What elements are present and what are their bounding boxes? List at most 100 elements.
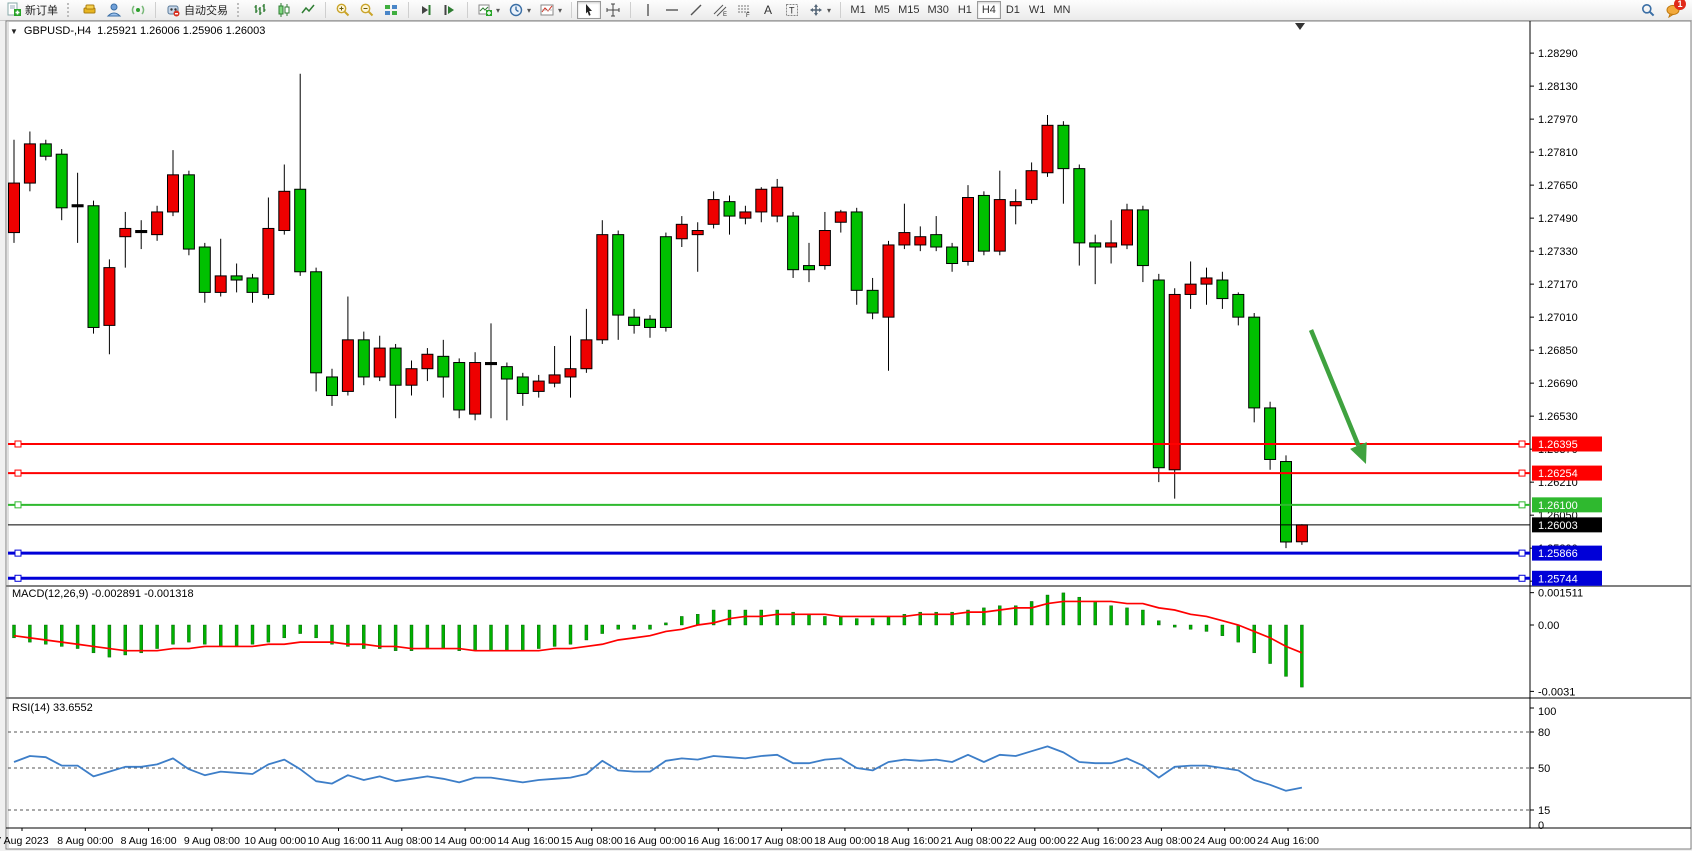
line-drag-handle[interactable] xyxy=(15,550,21,556)
timeframe-h4-button[interactable]: H4 xyxy=(977,1,1001,19)
candle xyxy=(533,381,544,391)
candle xyxy=(486,363,497,365)
vertical-line-tool-button[interactable] xyxy=(636,1,660,19)
candle xyxy=(1106,243,1117,247)
candle xyxy=(629,317,640,325)
candles-chart-button[interactable] xyxy=(272,1,296,19)
price-tick-label: 1.26690 xyxy=(1538,378,1578,390)
timeframe-m1-button[interactable]: M1 xyxy=(846,1,870,19)
candle xyxy=(422,354,433,368)
macd-label: MACD(12,26,9) -0.002891 -0.001318 xyxy=(12,588,194,600)
line-chart-button[interactable] xyxy=(296,1,320,19)
market-watch-button[interactable] xyxy=(78,1,102,19)
search-button[interactable] xyxy=(1636,1,1660,19)
candle xyxy=(311,272,322,373)
cursor-tool-button[interactable] xyxy=(577,1,601,19)
candle xyxy=(1249,317,1260,408)
channel-tool-button[interactable]: E xyxy=(708,1,732,19)
horizontal-line-tool-button[interactable] xyxy=(660,1,684,19)
chart-shift-button[interactable] xyxy=(438,1,462,19)
macd-tick-label: 0.00 xyxy=(1538,620,1559,632)
macd-bar xyxy=(108,625,111,657)
line-drag-handle[interactable] xyxy=(1519,550,1525,556)
shapes-icon xyxy=(808,2,824,18)
autotrading-button[interactable]: 自动交易 xyxy=(161,1,232,19)
timeframe-m15-button[interactable]: M15 xyxy=(894,1,923,19)
svg-text:T: T xyxy=(789,6,795,16)
profiles-button[interactable] xyxy=(102,1,126,19)
macd-bar xyxy=(998,606,1001,625)
autotrading-icon xyxy=(165,2,181,18)
fibonacci-tool-button[interactable]: F xyxy=(732,1,756,19)
timeframe-mn-button[interactable]: MN xyxy=(1049,1,1074,19)
candle xyxy=(963,198,974,262)
shapes-tool-button[interactable]: ▾ xyxy=(804,1,835,19)
macd-bar xyxy=(505,625,508,651)
tile-windows-button[interactable] xyxy=(379,1,403,19)
macd-bar xyxy=(569,625,572,644)
text-tool-button[interactable]: A xyxy=(756,1,780,19)
rsi-tick-label: 50 xyxy=(1538,763,1550,775)
line-drag-handle[interactable] xyxy=(15,441,21,447)
macd-bar xyxy=(982,608,985,625)
macd-bar xyxy=(776,610,779,625)
candle xyxy=(883,245,894,317)
zoom-out-button[interactable] xyxy=(355,1,379,19)
line-drag-handle[interactable] xyxy=(1519,502,1525,508)
pane-separator[interactable] xyxy=(6,697,1691,699)
new-order-button[interactable]: 新订单 xyxy=(2,1,62,19)
line-drag-handle[interactable] xyxy=(1519,441,1525,447)
date-label: 16 Aug 00:00 xyxy=(624,835,686,847)
rsi-tick-label: 100 xyxy=(1538,706,1556,718)
price-tick-label: 1.27970 xyxy=(1538,114,1578,126)
line-drag-handle[interactable] xyxy=(1519,470,1525,476)
candle xyxy=(231,276,242,280)
label-tool-button[interactable]: T xyxy=(780,1,804,19)
trendline-tool-button[interactable] xyxy=(684,1,708,19)
timeframe-h1-button[interactable]: H1 xyxy=(953,1,977,19)
candle xyxy=(120,228,131,236)
line-drag-handle[interactable] xyxy=(15,470,21,476)
candles-chart-icon xyxy=(276,2,292,18)
timeframe-d1-button[interactable]: D1 xyxy=(1001,1,1025,19)
timeframe-m5-button[interactable]: M5 xyxy=(870,1,894,19)
price-tick-label: 1.27490 xyxy=(1538,213,1578,225)
profiles-icon xyxy=(106,2,122,18)
candle xyxy=(819,231,830,266)
search-icon xyxy=(1640,2,1656,18)
candle xyxy=(183,175,194,249)
signals-button[interactable] xyxy=(126,1,150,19)
chart-canvas[interactable]: 1.282901.281301.279701.278101.276501.274… xyxy=(0,20,1692,851)
bars-chart-button[interactable] xyxy=(248,1,272,19)
candle xyxy=(1137,210,1148,266)
collapse-panel-icon[interactable]: ▼ xyxy=(10,27,18,36)
candle xyxy=(1233,294,1244,317)
new-chart-button[interactable]: ▾ xyxy=(473,1,504,19)
macd-bar xyxy=(44,625,47,644)
candle xyxy=(915,237,926,245)
line-drag-handle[interactable] xyxy=(15,502,21,508)
line-drag-handle[interactable] xyxy=(15,575,21,581)
period-button[interactable]: ▾ xyxy=(504,1,535,19)
macd-tick-label: -0.0031 xyxy=(1538,686,1575,698)
crosshair-tool-button[interactable] xyxy=(601,1,625,19)
candle xyxy=(517,377,528,394)
macd-tick-label: 0.001511 xyxy=(1538,588,1583,600)
macd-bar xyxy=(1094,601,1097,625)
candle xyxy=(978,195,989,251)
auto-scroll-button[interactable] xyxy=(414,1,438,19)
notifications-button[interactable]: 1 xyxy=(1660,1,1686,19)
timeframe-m30-button[interactable]: M30 xyxy=(923,1,952,19)
candle xyxy=(708,200,719,225)
line-drag-handle[interactable] xyxy=(1519,575,1525,581)
date-label: 24 Aug 00:00 xyxy=(1194,835,1256,847)
candle xyxy=(40,144,51,156)
candle xyxy=(152,212,163,235)
macd-bar xyxy=(1285,625,1288,676)
pane-separator[interactable] xyxy=(6,585,1691,587)
timeframe-w1-button[interactable]: W1 xyxy=(1025,1,1050,19)
zoom-in-button[interactable] xyxy=(331,1,355,19)
candle xyxy=(1296,525,1307,542)
macd-bar xyxy=(442,625,445,649)
indicators-button[interactable]: ▾ xyxy=(535,1,566,19)
